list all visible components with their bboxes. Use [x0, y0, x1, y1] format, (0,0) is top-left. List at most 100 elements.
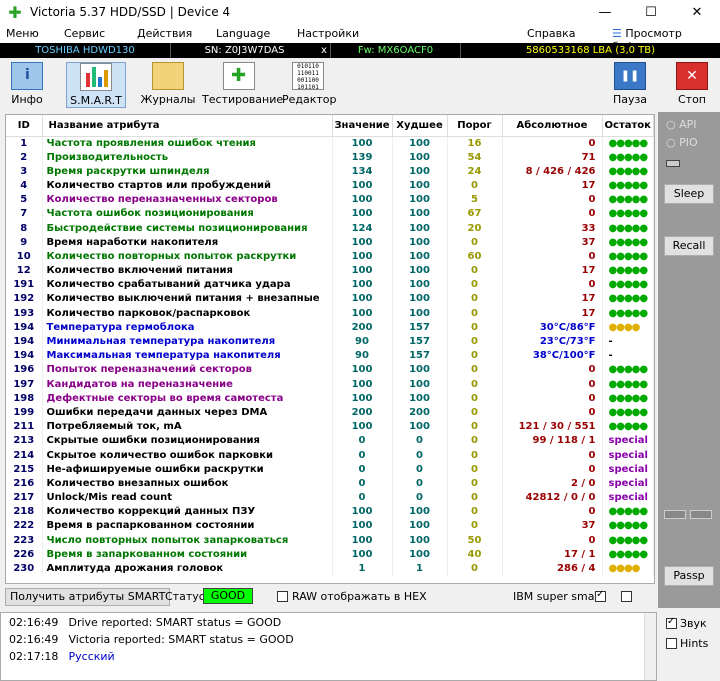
log-scrollbar[interactable]	[644, 613, 656, 680]
menu-main[interactable]: Меню	[6, 27, 39, 40]
attr-name-cell: Количество коррекций данных ПЗУ	[42, 505, 333, 520]
pause-button[interactable]: ❚❚ Пауза	[608, 62, 652, 108]
table-row[interactable]: 218 Количество коррекций данных ПЗУ 100 100…	[6, 505, 654, 520]
menu-help[interactable]: Справка	[527, 27, 575, 40]
menu-language[interactable]: Language	[216, 27, 270, 40]
minimize-button[interactable]: —	[582, 0, 628, 26]
table-row[interactable]: 7 Частота ошибок позиционирования 100 100 67…	[6, 207, 654, 222]
sleep-button[interactable]: Sleep	[664, 184, 714, 204]
attr-remaining-cell: ●●●●●	[602, 193, 654, 208]
table-row[interactable]: 216 Количество внезапных ошибок 0 0 0 2 / 0 sp…	[6, 476, 654, 491]
table-row[interactable]: 194 Максимальная температура накопителя 90…	[6, 349, 654, 364]
attr-id-cell: 216	[6, 476, 43, 491]
attr-absolute-cell: 37	[502, 519, 603, 534]
attr-worst-cell: 100	[392, 235, 448, 250]
attr-absolute-cell: 0	[502, 207, 603, 222]
extra-checkbox[interactable]	[621, 591, 632, 602]
table-row[interactable]: 4 Количество стартов или пробуждений 100 10…	[6, 178, 654, 194]
get-smart-button[interactable]: Получить атрибуты SMART	[5, 588, 171, 606]
table-row[interactable]: 196 Попыток переназначений секторов 100 100…	[6, 363, 654, 378]
passp-button[interactable]: Passp	[664, 566, 714, 586]
attr-absolute-cell: 0	[502, 391, 603, 406]
table-row[interactable]: 230 Амплитуда дрожания головок 1 1 0 286 / 4 ●…	[6, 561, 654, 577]
col-id[interactable]: ID	[6, 115, 43, 137]
attr-absolute-cell: 17 / 1	[502, 547, 603, 562]
stop-button[interactable]: ✕ Стоп	[670, 62, 714, 108]
table-row[interactable]: 217 Unlock/Mis read count 0 0 0 42812 / 0 / 0…	[6, 491, 654, 506]
menu-service[interactable]: Сервис	[64, 27, 105, 40]
col-name[interactable]: Название атрибута	[42, 115, 333, 137]
attr-absolute-cell: 17	[502, 292, 603, 307]
table-row[interactable]: 9 Время наработки накопителя 100 100 0 37 ●●●●…	[6, 235, 654, 250]
attr-worst-cell: 200	[392, 405, 448, 421]
attr-threshold-cell: 0	[447, 434, 503, 449]
info-button[interactable]: i Инфо	[6, 62, 48, 108]
attr-value-cell: 1	[332, 561, 393, 577]
table-row[interactable]: 12 Количество включений питания 100 100 0 17 ●…	[6, 264, 654, 279]
attr-absolute-cell: 0	[502, 448, 603, 463]
attr-worst-cell: 100	[392, 547, 448, 562]
log-line: 02:17:18 Русский	[9, 650, 115, 663]
attr-threshold-cell: 50	[447, 533, 503, 548]
attr-id-cell: 12	[6, 264, 43, 279]
ibm-super-smart-checkbox[interactable]: ✓	[595, 589, 606, 602]
close-button[interactable]: ✕	[674, 0, 720, 26]
attr-name-cell: Количество переназначенных секторов	[42, 193, 333, 208]
table-row[interactable]: 5 Количество переназначенных секторов 100 1…	[6, 193, 654, 208]
attr-name-cell: Потребляемый ток, mA	[42, 420, 333, 435]
raw-hex-checkbox[interactable]	[277, 591, 288, 602]
col-remaining[interactable]: Остаток	[602, 115, 654, 137]
table-row[interactable]: 226 Время в запаркованном состоянии 100 100…	[6, 547, 654, 562]
attr-name-cell: Время наработки накопителя	[42, 235, 333, 250]
attr-value-cell: 90	[332, 334, 393, 350]
table-row[interactable]: 211 Потребляемый ток, mA 100 100 0 121 / 30 /…	[6, 420, 654, 435]
attr-id-cell: 194	[6, 349, 43, 364]
table-row[interactable]: 194 Температура гермоблока 200 157 0 30°C/86°…	[6, 320, 654, 335]
table-row[interactable]: 8 Быстродействие системы позиционирования…	[6, 221, 654, 236]
table-row[interactable]: 10 Количество повторных попыток раскрутки…	[6, 249, 654, 264]
attr-threshold-cell: 67	[447, 207, 503, 222]
right-panel: ○ API ○ PIO Sleep Recall Passp	[658, 112, 720, 608]
menu-settings[interactable]: Настройки	[297, 27, 359, 40]
table-row[interactable]: 193 Количество парковок/распарковок 100 100…	[6, 306, 654, 321]
table-row[interactable]: 192 Количество выключений питания + внеза…	[6, 292, 654, 307]
attr-worst-cell: 100	[392, 193, 448, 208]
sound-checkbox[interactable]: ✓	[666, 616, 677, 629]
table-row[interactable]: 213 Скрытые ошибки позиционирования 0 0 0 99 …	[6, 434, 654, 449]
table-row[interactable]: 223 Число повторных попыток запарковаться…	[6, 533, 654, 548]
editor-button[interactable]: 010110 110011 001100 101101 Редактор	[282, 62, 337, 108]
col-value[interactable]: Значение	[332, 115, 393, 137]
testing-button[interactable]: ✚ Тестирование	[202, 62, 283, 108]
api-radio[interactable]: ○ API	[666, 118, 697, 131]
attr-id-cell: 194	[6, 334, 43, 350]
smart-button[interactable]: S.M.A.R.T	[66, 62, 126, 108]
table-row[interactable]: 198 Дефектные секторы во время самотеста 1…	[6, 391, 654, 406]
table-row[interactable]: 2 Производительность 139 100 54 71 ●●●●●	[6, 150, 654, 165]
maximize-button[interactable]: ☐	[628, 0, 674, 26]
attr-name-cell: Максимальная температура накопителя	[42, 349, 333, 364]
col-worst[interactable]: Худшее	[392, 115, 448, 137]
hints-checkbox[interactable]	[666, 638, 677, 649]
col-absolute[interactable]: Абсолютное	[502, 115, 603, 137]
table-row[interactable]: 222 Время в распаркованном состоянии 100 10…	[6, 519, 654, 534]
attr-remaining-cell: -	[602, 349, 654, 364]
testing-cross-icon: ✚	[223, 62, 255, 90]
table-row[interactable]: 3 Время раскрутки шпинделя 134 100 24 8 / 426…	[6, 164, 654, 179]
menu-actions[interactable]: Действия	[137, 27, 192, 40]
col-threshold[interactable]: Порог	[447, 115, 503, 137]
attr-absolute-cell: 8 / 426 / 426	[502, 164, 603, 179]
table-row[interactable]: 1 Частота проявления ошибок чтения 100 100 1…	[6, 136, 654, 151]
attr-name-cell: Дефектные секторы во время самотеста	[42, 391, 333, 406]
table-row[interactable]: 215 Не-афишируемые ошибки раскрутки 0 0 0 0 sp…	[6, 462, 654, 477]
table-row[interactable]: 199 Ошибки передачи данных через DMA 200 20…	[6, 405, 654, 421]
logs-button[interactable]: Журналы	[138, 62, 198, 108]
attr-absolute-cell: 0	[502, 249, 603, 264]
table-row[interactable]: 214 Скрытое количество ошибок парковки 0 0 0…	[6, 448, 654, 463]
recall-button[interactable]: Recall	[664, 236, 714, 256]
pio-radio[interactable]: ○ PIO	[666, 136, 698, 149]
table-row[interactable]: 191 Количество срабатываний датчика удара…	[6, 278, 654, 293]
pause-icon: ❚❚	[614, 62, 646, 90]
table-row[interactable]: 197 Кандидатов на переназначение 100 100 0 0 ●…	[6, 377, 654, 392]
device-capacity: 5860533168 LBA (3,0 TB)	[460, 43, 720, 58]
table-row[interactable]: 194 Минимальная температура накопителя 90 1…	[6, 334, 654, 350]
